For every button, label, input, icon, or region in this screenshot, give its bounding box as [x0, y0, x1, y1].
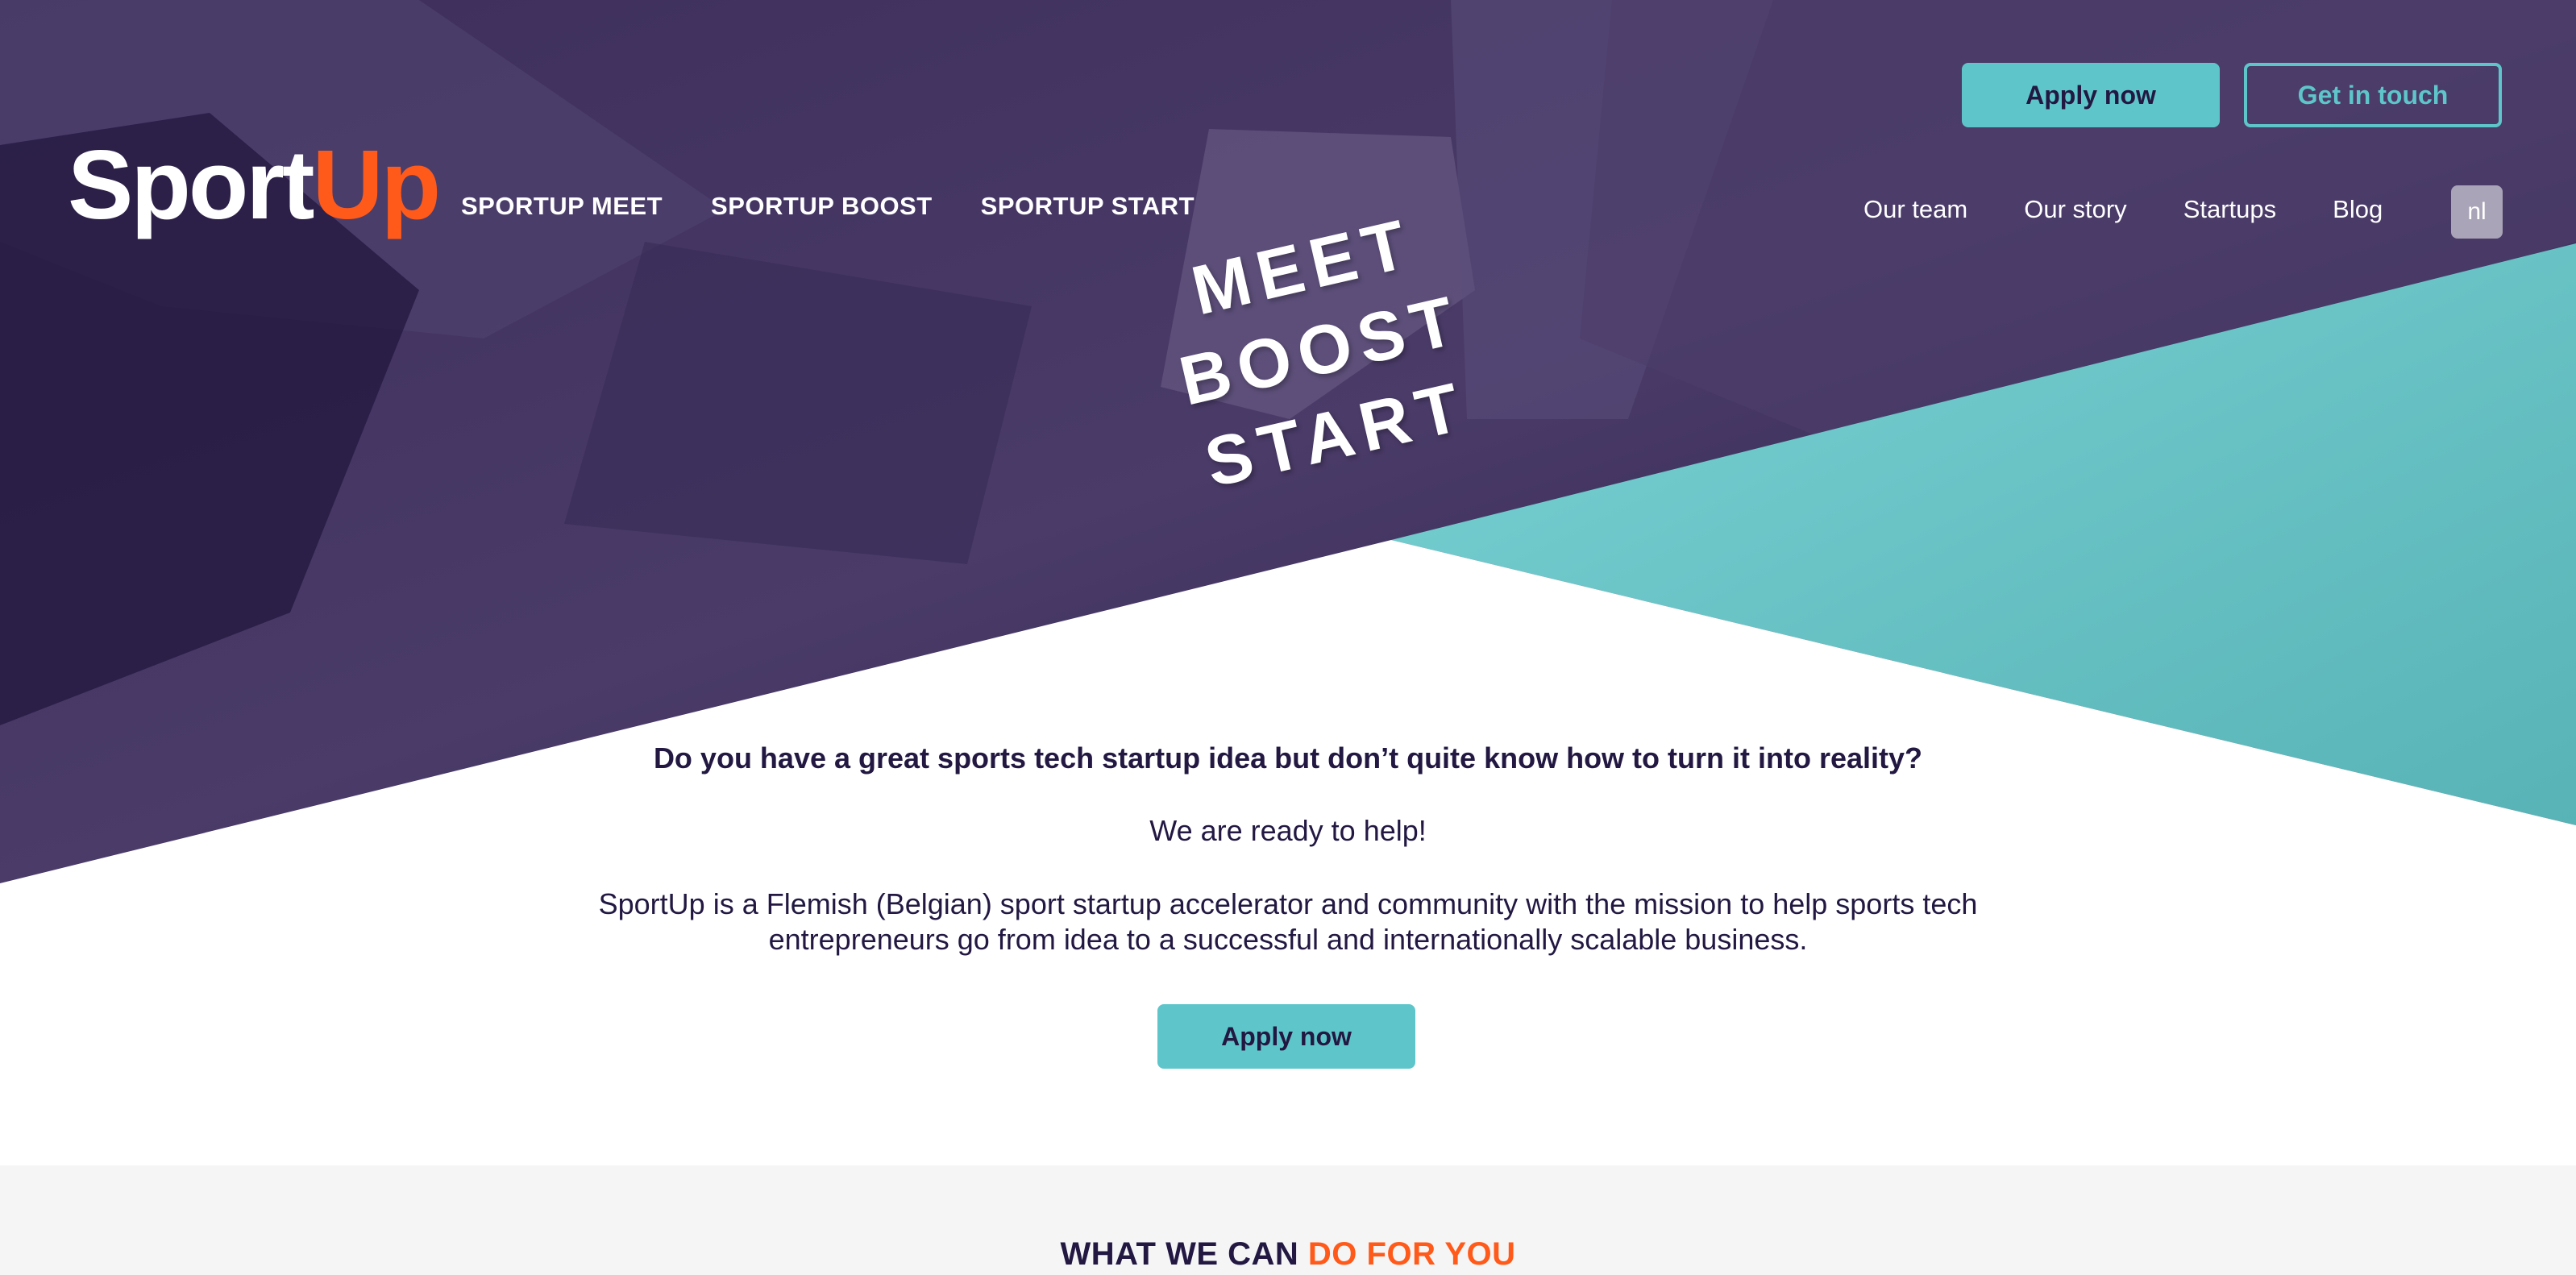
sportup-logo[interactable]: SportUp: [68, 135, 441, 234]
intro-question: Do you have a great sports tech startup …: [653, 741, 1923, 775]
nav-sportup-meet[interactable]: SPORTUP MEET: [461, 192, 663, 221]
intro-ready: We are ready to help!: [1149, 814, 1427, 847]
main-nav: SPORTUP MEET SPORTUP BOOST SPORTUP START: [461, 192, 1195, 221]
nav-blog[interactable]: Blog: [2333, 195, 2383, 224]
get-in-touch-button[interactable]: Get in touch: [2244, 63, 2502, 127]
intro-section: Do you have a great sports tech startup …: [0, 741, 2576, 957]
intro-description: SportUp is a Flemish (Belgian) sport sta…: [598, 887, 1978, 956]
nav-startups[interactable]: Startups: [2183, 195, 2276, 224]
nav-sportup-boost[interactable]: SPORTUP BOOST: [711, 192, 933, 221]
services-section: WHAT WE CAN DO FOR YOU: [0, 1165, 2576, 1275]
logo-up-text: Up: [312, 130, 442, 239]
logo-sport-text: Sport: [68, 130, 315, 239]
apply-now-button[interactable]: Apply now: [1157, 1004, 1415, 1069]
nav-our-team[interactable]: Our team: [1863, 195, 1967, 224]
apply-now-button-header[interactable]: Apply now: [1962, 63, 2220, 127]
secondary-nav: Our team Our story Startups Blog: [1863, 195, 2383, 224]
section-title-accent: DO FOR YOU: [1307, 1236, 1516, 1272]
nav-sportup-start[interactable]: SPORTUP START: [981, 192, 1195, 221]
language-switch[interactable]: nl: [2451, 185, 2503, 239]
section-title-part1: WHAT WE CAN: [1060, 1236, 1299, 1272]
nav-our-story[interactable]: Our story: [2024, 195, 2126, 224]
section-title: WHAT WE CAN DO FOR YOU: [0, 1236, 2576, 1273]
